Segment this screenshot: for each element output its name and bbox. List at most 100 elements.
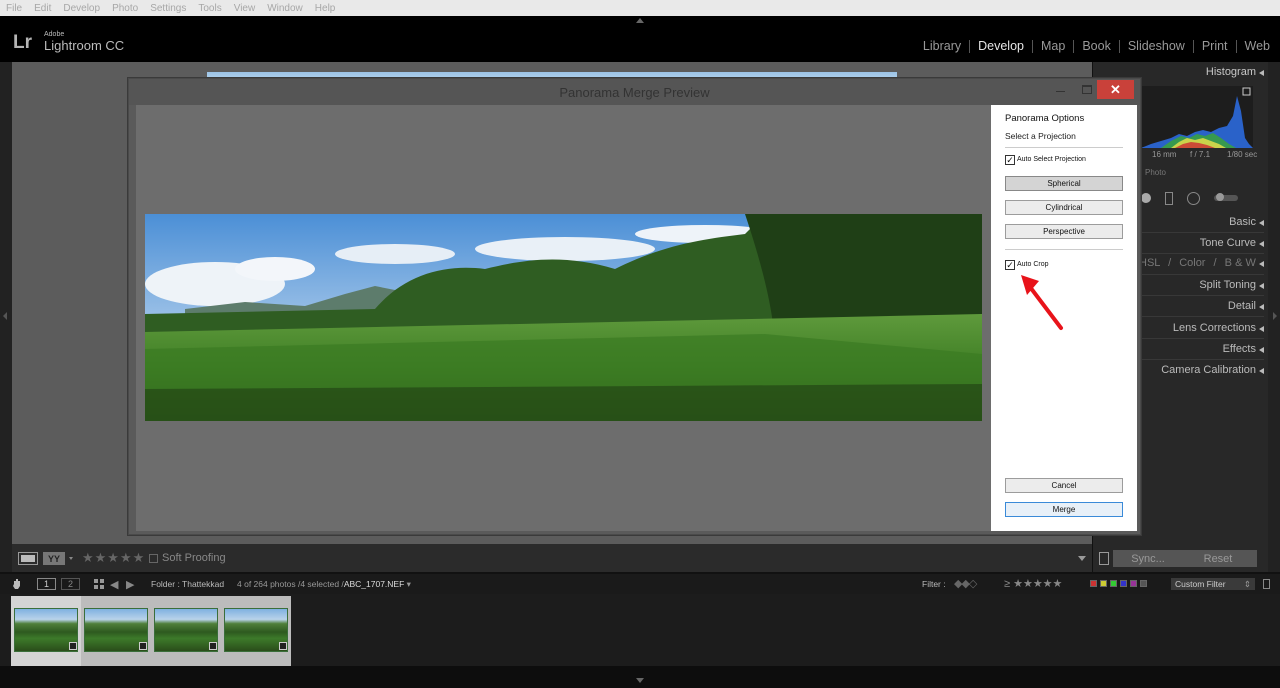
tab-color[interactable]: Color (1179, 257, 1205, 269)
panel-divider (1139, 359, 1264, 360)
before-after-dropdown-icon[interactable] (69, 557, 73, 560)
grid-view-icon[interactable] (94, 579, 104, 589)
tab-hsl[interactable]: HSL (1139, 257, 1160, 269)
lightroom-logo: Lr (13, 32, 32, 53)
auto-select-projection-label: Auto Select Projection (1017, 156, 1086, 163)
exif-aperture: f / 7.1 (1190, 150, 1211, 159)
effects-collapse-icon[interactable] (1259, 347, 1264, 353)
adobe-label: Adobe (44, 31, 65, 38)
folder-source[interactable]: Folder : Thattekkad (151, 579, 224, 589)
menu-photo[interactable]: Photo (112, 3, 138, 14)
module-web[interactable]: Web (1245, 39, 1270, 53)
menu-view[interactable]: View (234, 3, 256, 14)
detail-collapse-icon[interactable] (1259, 304, 1264, 310)
loupe-view-icon[interactable] (18, 552, 38, 565)
photo-count[interactable]: 4 of 264 photos /4 selected /ABC_1707.NE… (237, 579, 411, 590)
no-label-icon[interactable] (1140, 580, 1147, 587)
purple-label-icon[interactable] (1130, 580, 1137, 587)
identity-bar: Lr Adobe Lightroom CC Library Develop Ma… (0, 16, 1280, 62)
edited-badge-icon (69, 642, 77, 650)
red-label-icon[interactable] (1090, 580, 1097, 587)
previous-arrow-icon[interactable]: ◀ (110, 578, 118, 591)
merge-button[interactable]: Merge (1005, 502, 1123, 517)
filter-lock-icon[interactable] (1263, 579, 1270, 589)
section-tone-curve[interactable]: Tone Curve (1200, 237, 1256, 249)
rating-stars[interactable]: ★★★★★ (82, 550, 145, 566)
menu-file[interactable]: File (6, 3, 22, 14)
next-arrow-icon[interactable]: ▶ (126, 578, 134, 591)
menu-tools[interactable]: Tools (198, 3, 221, 14)
module-book[interactable]: Book (1082, 39, 1111, 53)
hsl-collapse-icon[interactable] (1259, 261, 1264, 267)
split-toning-collapse-icon[interactable] (1259, 283, 1264, 289)
lens-corrections-collapse-icon[interactable] (1259, 326, 1264, 332)
filmstrip-thumbnail[interactable] (81, 596, 151, 666)
section-split-toning[interactable]: Split Toning (1199, 279, 1256, 291)
menu-develop[interactable]: Develop (63, 3, 100, 14)
tone-curve-collapse-icon[interactable] (1259, 241, 1264, 247)
section-basic[interactable]: Basic (1229, 216, 1256, 228)
section-lens-corrections[interactable]: Lens Corrections (1173, 322, 1256, 334)
auto-crop-checkbox[interactable]: ✓ (1005, 260, 1015, 270)
histogram-title[interactable]: Histogram (1206, 66, 1256, 78)
adjustment-brush-icon[interactable] (1214, 193, 1238, 201)
blue-label-icon[interactable] (1120, 580, 1127, 587)
section-detail[interactable]: Detail (1228, 300, 1256, 312)
collapse-filmstrip-icon[interactable] (636, 678, 644, 683)
right-edge (1268, 62, 1280, 572)
graduated-filter-icon[interactable] (1165, 191, 1173, 205)
collapse-top-panel-icon[interactable] (636, 18, 644, 23)
before-after-button[interactable]: YY (43, 552, 65, 565)
module-map[interactable]: Map (1041, 39, 1065, 53)
camera-calibration-collapse-icon[interactable] (1259, 368, 1264, 374)
module-separator (1235, 39, 1237, 53)
spot-removal-icon[interactable] (1141, 193, 1151, 203)
auto-select-projection-checkbox[interactable]: ✓ (1005, 155, 1015, 165)
spherical-button[interactable]: Spherical (1005, 176, 1123, 191)
filmstrip-thumbnail[interactable] (221, 596, 291, 666)
menu-edit[interactable]: Edit (34, 3, 51, 14)
module-develop[interactable]: Develop (978, 39, 1024, 53)
primary-display-button[interactable]: 1 (37, 578, 56, 590)
sync-button[interactable]: Sync... (1113, 550, 1183, 567)
dialog-titlebar[interactable]: Panorama Merge Preview ✕ (129, 79, 1140, 105)
secondary-display-button[interactable]: 2 (61, 578, 80, 590)
module-library[interactable]: Library (923, 39, 961, 53)
menu-settings[interactable]: Settings (150, 3, 186, 14)
toolbar-options-dropdown-icon[interactable] (1078, 556, 1086, 561)
color-label-filter[interactable] (1090, 580, 1150, 587)
collapse-right-panel-icon[interactable] (1273, 312, 1277, 320)
menu-help[interactable]: Help (315, 3, 336, 14)
dialog-title: Panorama Merge Preview (559, 85, 710, 100)
basic-collapse-icon[interactable] (1259, 220, 1264, 226)
minimize-icon[interactable] (1056, 91, 1065, 92)
soft-proofing-checkbox[interactable] (149, 554, 158, 563)
tab-bw[interactable]: B & W (1225, 257, 1256, 269)
maximize-icon[interactable] (1082, 85, 1092, 94)
hsl-tabs: HSL / Color / B & W (1139, 257, 1256, 269)
perspective-button[interactable]: Perspective (1005, 224, 1123, 239)
menu-window[interactable]: Window (267, 3, 303, 14)
flag-filter-icons[interactable]: ◆◆◇ (954, 577, 977, 590)
auto-sync-switch[interactable] (1099, 552, 1109, 565)
cancel-button[interactable]: Cancel (1005, 478, 1123, 493)
expand-left-panel-icon[interactable] (3, 312, 7, 320)
histogram-collapse-icon[interactable] (1259, 70, 1264, 76)
custom-filter-select[interactable]: Custom Filter ⇕ (1171, 578, 1255, 590)
filmstrip-thumbnail[interactable] (11, 596, 81, 666)
cylindrical-button[interactable]: Cylindrical (1005, 200, 1123, 215)
radial-filter-icon[interactable] (1187, 191, 1200, 205)
reset-button[interactable]: Reset (1179, 550, 1257, 567)
rating-filter[interactable]: ≥ ★★★★★ (1004, 577, 1062, 590)
section-effects[interactable]: Effects (1223, 343, 1256, 355)
module-print[interactable]: Print (1202, 39, 1228, 53)
section-camera-calibration[interactable]: Camera Calibration (1161, 364, 1256, 376)
filmstrip-thumbnail[interactable] (151, 596, 221, 666)
panorama-preview-area (136, 105, 991, 531)
module-slideshow[interactable]: Slideshow (1128, 39, 1185, 53)
close-button[interactable]: ✕ (1097, 80, 1134, 99)
hand-icon[interactable] (12, 578, 22, 590)
filmstrip (0, 594, 1280, 666)
green-label-icon[interactable] (1110, 580, 1117, 587)
yellow-label-icon[interactable] (1100, 580, 1107, 587)
